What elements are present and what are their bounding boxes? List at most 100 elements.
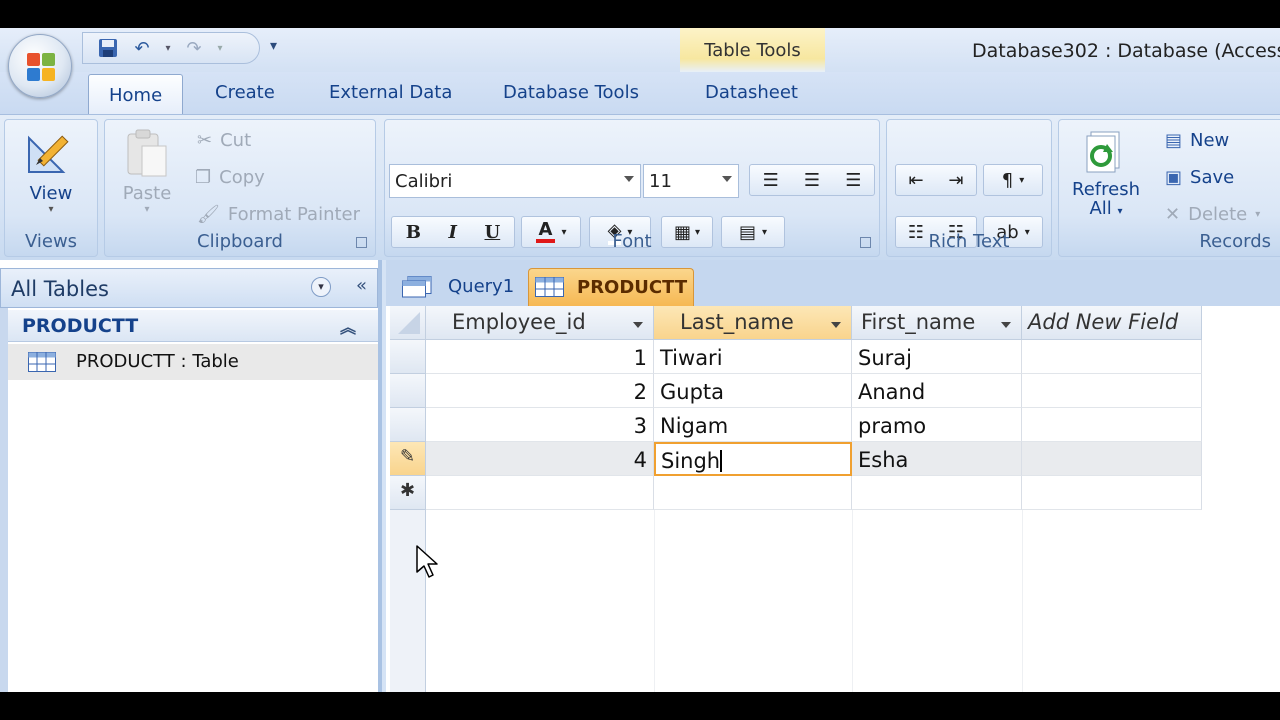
quick-access-toolbar: ↶ ▾ ↷ ▾ — [82, 32, 260, 64]
tab-database-tools[interactable]: Database Tools — [503, 82, 639, 103]
copy-icon: ❐ — [195, 167, 212, 188]
column-header-add-new-field[interactable]: Add New Field — [1022, 306, 1202, 340]
column-dropdown-icon[interactable] — [633, 322, 643, 328]
column-dropdown-icon[interactable] — [831, 322, 841, 328]
ribbon-tabs: Home Create External Data Database Tools… — [0, 72, 1280, 114]
customize-qat-icon[interactable]: ▾ — [270, 38, 277, 54]
select-all-corner[interactable] — [390, 306, 426, 340]
alignment-buttons: ☰ ☰ ☰ — [749, 164, 875, 196]
text-cursor — [720, 450, 723, 472]
cell-first-name[interactable]: pramo — [852, 408, 1022, 442]
nav-item-productt-table[interactable]: PRODUCTT : Table — [8, 344, 378, 380]
indent-buttons: ⇤ ⇥ — [895, 164, 977, 196]
font-name-dropdown-icon[interactable] — [624, 176, 634, 182]
nav-item-label: PRODUCTT : Table — [76, 351, 239, 372]
paragraph-direction-button[interactable]: ¶ ▾ — [983, 164, 1043, 196]
undo-icon[interactable]: ↶ — [129, 36, 155, 60]
view-dropdown-icon: ▾ — [48, 204, 54, 215]
font-name-value: Calibri — [395, 171, 453, 192]
row-selector-editing[interactable]: ✎ — [390, 442, 426, 476]
nav-dropdown-icon[interactable]: ▾ — [311, 277, 331, 297]
cell-new-record[interactable] — [426, 476, 654, 510]
cell-last-name[interactable]: Tiwari — [654, 340, 852, 374]
column-dropdown-icon[interactable] — [1001, 322, 1011, 328]
save-record-icon: ▣ — [1165, 167, 1183, 188]
copy-button[interactable]: ❐ Copy — [195, 167, 265, 188]
cell-add-new-field[interactable] — [1022, 340, 1202, 374]
column-header-label: First_name — [861, 310, 976, 334]
new-record-button[interactable]: ▤ New — [1165, 130, 1229, 151]
query-icon — [402, 276, 432, 298]
font-size-combo[interactable]: 11 — [643, 164, 739, 198]
delete-dropdown-icon: ▾ — [1255, 209, 1261, 220]
window-title: Database302 : Database (Access — [972, 40, 1280, 62]
font-size-dropdown-icon[interactable] — [722, 176, 732, 182]
group-clipboard: Paste ▾ ✂ Cut ❐ Copy 🖌 Format Painter Cl… — [104, 119, 376, 257]
cell-add-new-field[interactable] — [1022, 374, 1202, 408]
cell-first-name[interactable]: Suraj — [852, 340, 1022, 374]
cell-employee-id[interactable]: 1 — [426, 340, 654, 374]
office-button[interactable] — [8, 34, 72, 98]
column-header-first-name[interactable]: First_name — [852, 306, 1022, 340]
cell-add-new-field[interactable] — [1022, 408, 1202, 442]
save-record-button[interactable]: ▣ Save — [1165, 167, 1234, 188]
format-painter-button[interactable]: 🖌 Format Painter — [197, 204, 360, 225]
paste-dropdown-icon: ▾ — [144, 204, 150, 215]
nav-pane-header[interactable]: All Tables ▾ « — [0, 268, 378, 308]
shutter-bar-close-icon[interactable]: « — [356, 275, 367, 296]
row-selector[interactable] — [390, 408, 426, 442]
undo-dropdown-icon[interactable]: ▾ — [163, 36, 173, 60]
cell-first-name[interactable]: Esha — [852, 442, 1022, 476]
cell-last-name[interactable]: Gupta — [654, 374, 852, 408]
save-icon[interactable] — [95, 36, 121, 60]
save-label: Save — [1190, 167, 1235, 188]
font-name-combo[interactable]: Calibri — [389, 164, 641, 198]
redo-dropdown-icon[interactable]: ▾ — [215, 36, 225, 60]
paste-button[interactable]: Paste ▾ — [115, 128, 179, 215]
column-header-employee-id[interactable]: Employee_id — [426, 306, 654, 340]
delete-record-button[interactable]: ✕ Delete ▾ — [1165, 204, 1260, 225]
delete-icon: ✕ — [1165, 204, 1181, 225]
align-center-icon[interactable]: ☰ — [804, 170, 820, 191]
increase-indent-icon[interactable]: ⇥ — [948, 170, 963, 191]
title-bar: ↶ ▾ ↷ ▾ ▾ Table Tools Database302 : Data… — [0, 28, 1280, 72]
font-launcher-icon[interactable] — [860, 237, 871, 248]
align-left-icon[interactable]: ☰ — [763, 170, 779, 191]
cell-employee-id[interactable]: 3 — [426, 408, 654, 442]
view-button[interactable]: View ▾ — [15, 128, 87, 215]
row-selector[interactable] — [390, 340, 426, 374]
column-guide — [852, 510, 853, 692]
row-selector-new[interactable]: ✱ — [390, 476, 426, 510]
align-right-icon[interactable]: ☰ — [845, 170, 861, 191]
cell-last-name[interactable]: Nigam — [654, 408, 852, 442]
cut-button[interactable]: ✂ Cut — [197, 130, 251, 151]
office-logo-icon — [27, 53, 55, 81]
tab-home[interactable]: Home — [88, 74, 184, 114]
cell-new-record[interactable] — [1022, 476, 1202, 510]
pencil-icon: ✎ — [399, 446, 416, 467]
column-header-label: Employee_id — [452, 310, 586, 334]
cell-first-name[interactable]: Anand — [852, 374, 1022, 408]
cell-new-record[interactable] — [852, 476, 1022, 510]
cell-new-record[interactable] — [654, 476, 852, 510]
doc-tab-query1[interactable]: Query1 — [398, 268, 524, 306]
tab-datasheet[interactable]: Datasheet — [705, 82, 798, 103]
row-selector[interactable] — [390, 374, 426, 408]
refresh-all-button[interactable]: Refresh All ▾ — [1063, 130, 1149, 219]
redo-icon[interactable]: ↷ — [181, 36, 207, 60]
collapse-group-icon[interactable]: ︽ — [340, 314, 356, 338]
cell-last-name-editing[interactable]: Singh — [654, 442, 852, 476]
tab-external-data[interactable]: External Data — [329, 82, 452, 103]
doc-tab-productt[interactable]: PRODUCTT — [528, 268, 694, 306]
clipboard-launcher-icon[interactable] — [356, 237, 367, 248]
cell-employee-id[interactable]: 2 — [426, 374, 654, 408]
column-header-last-name[interactable]: Last_name — [654, 306, 852, 340]
clipboard-group-label: Clipboard — [197, 231, 283, 252]
decrease-indent-icon[interactable]: ⇤ — [908, 170, 923, 191]
cell-add-new-field[interactable] — [1022, 442, 1202, 476]
tab-create[interactable]: Create — [215, 82, 275, 103]
nav-group-header[interactable]: PRODUCTT ︽ — [8, 310, 378, 342]
cell-employee-id[interactable]: 4 — [426, 442, 654, 476]
nav-group-title: PRODUCTT — [22, 315, 139, 337]
document-tabs: Query1 PRODUCTT — [386, 260, 1280, 306]
